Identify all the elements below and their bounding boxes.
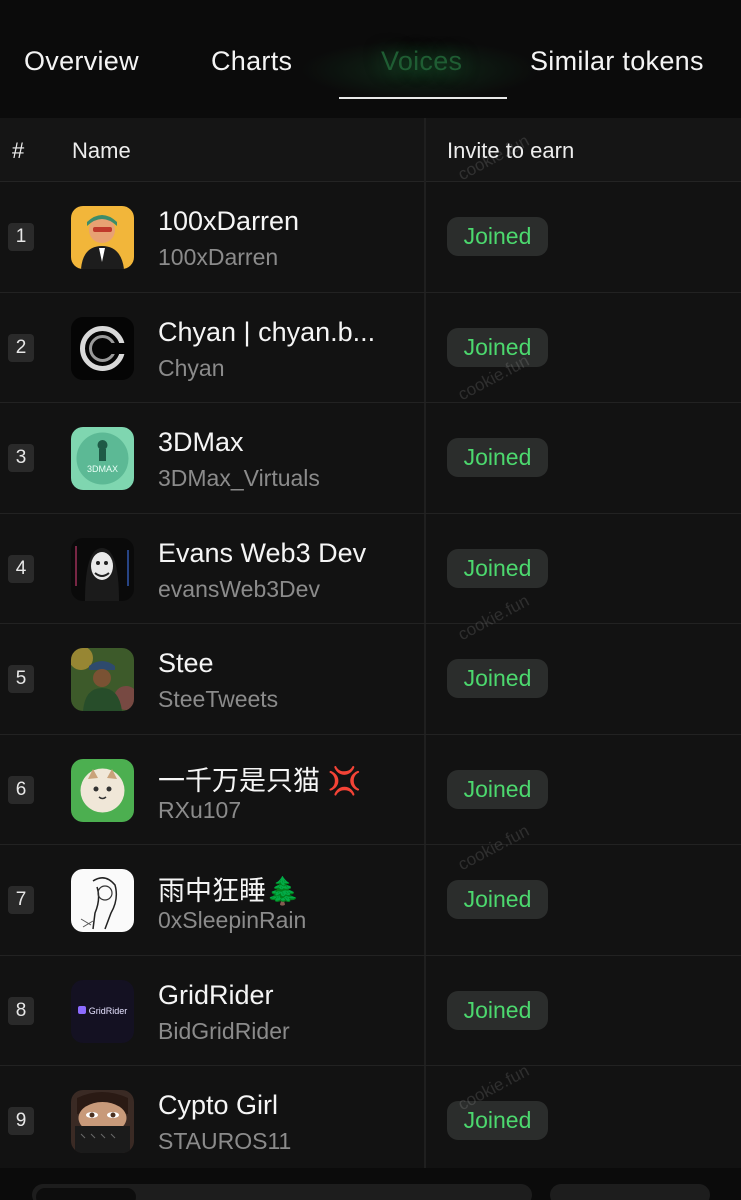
avatar-3dmax-text: 3DMAX (87, 464, 118, 474)
avatar-gridrider-text: GridRider (89, 1006, 128, 1016)
table-row[interactable]: 1 100xDarren 100xDarren Joined (0, 182, 741, 293)
user-display-name[interactable]: GridRider (158, 980, 274, 1011)
user-handle: evansWeb3Dev (158, 575, 320, 602)
joined-badge[interactable]: Joined (447, 769, 548, 809)
tab-bar: Overview Charts Voices Similar tokens (0, 0, 741, 102)
scrollbar-thumb[interactable] (36, 1188, 136, 1200)
joined-badge[interactable]: Joined (447, 327, 548, 367)
user-handle: RXu107 (158, 796, 242, 823)
joined-badge[interactable]: Joined (447, 217, 548, 256)
avatar[interactable] (71, 316, 134, 380)
user-display-name[interactable]: Cypto Girl (158, 1090, 278, 1121)
table-row[interactable]: 6 一千万是只猫 💢 RXu107 Joined (0, 735, 741, 845)
avatar[interactable] (71, 758, 134, 822)
joined-badge[interactable]: Joined (447, 1101, 548, 1140)
avatar[interactable] (71, 206, 134, 269)
joined-badge[interactable]: Joined (447, 548, 548, 588)
user-handle: SteeTweets (158, 686, 279, 712)
rank-badge: 1 (8, 223, 34, 251)
table-row[interactable]: 5 Stee SteeTweets Joined (0, 624, 741, 735)
user-display-name[interactable]: 一千万是只猫 💢 (158, 759, 361, 798)
rank-badge: 4 (8, 554, 34, 583)
table-row[interactable]: 8 GridRider GridRider BidGridRider Joine… (0, 956, 741, 1066)
rank-badge: 3 (8, 444, 34, 472)
user-handle: STAUROS11 (158, 1128, 292, 1154)
avatar[interactable] (71, 1090, 134, 1153)
rank-badge: 9 (8, 1107, 34, 1135)
table-row[interactable]: 2 Chyan | chyan.b... Chyan Joined (0, 293, 741, 403)
rank-badge: 8 (8, 996, 34, 1025)
tab-charts[interactable]: Charts (211, 46, 292, 77)
user-display-name[interactable]: Evans Web3 Dev (158, 538, 366, 569)
column-header-invite: Invite to earn (447, 138, 575, 163)
rank-badge: 5 (8, 665, 34, 693)
user-display-name[interactable]: Stee (158, 648, 214, 679)
user-display-name[interactable]: 雨中狂睡🌲 (158, 869, 300, 908)
user-handle: 100xDarren (158, 244, 279, 270)
table-row[interactable]: 4 Evans Web3 Dev evansWeb3Dev Joined (0, 514, 741, 624)
active-tab-underline (339, 97, 507, 99)
bottom-controls (0, 1168, 741, 1200)
avatar[interactable] (71, 537, 134, 601)
avatar[interactable] (71, 869, 134, 932)
joined-badge[interactable]: Joined (447, 990, 548, 1030)
user-handle: BidGridRider (158, 1017, 290, 1044)
user-display-name[interactable]: Chyan | chyan.b... (158, 317, 375, 348)
user-handle: 0xSleepinRain (158, 907, 307, 933)
rank-badge: 6 (8, 775, 34, 804)
table-row[interactable]: 9 Cypto Girl STAUROS11 Joined (0, 1066, 741, 1177)
table-header: # Name Invite to earn (0, 118, 741, 182)
joined-badge[interactable]: Joined (447, 880, 548, 919)
tab-similar-tokens[interactable]: Similar tokens (530, 46, 704, 77)
tab-overview[interactable]: Overview (24, 46, 139, 77)
avatar[interactable]: 3DMAX (71, 427, 134, 490)
table-row[interactable]: 3 3DMAX 3DMax 3DMax_Virtuals Joined (0, 403, 741, 514)
avatar[interactable]: GridRider (71, 979, 134, 1043)
joined-badge[interactable]: Joined (447, 438, 548, 477)
rank-badge: 7 (8, 886, 34, 914)
table-row[interactable]: 7 雨中狂睡🌲 0xSleepinRain Joined (0, 845, 741, 956)
joined-badge[interactable]: Joined (447, 659, 548, 698)
user-display-name[interactable]: 3DMax (158, 427, 244, 458)
user-handle: 3DMax_Virtuals (158, 465, 320, 491)
voices-table: # Name Invite to earn 1 100xDarren 100xD… (0, 118, 741, 1168)
bottom-button[interactable] (550, 1184, 710, 1200)
rank-badge: 2 (8, 333, 34, 362)
user-display-name[interactable]: 100xDarren (158, 206, 299, 237)
avatar[interactable] (71, 648, 134, 711)
user-handle: Chyan (158, 354, 225, 381)
tab-voices[interactable]: Voices (381, 46, 462, 77)
column-header-rank: # (12, 138, 25, 163)
column-header-name[interactable]: Name (72, 138, 131, 164)
